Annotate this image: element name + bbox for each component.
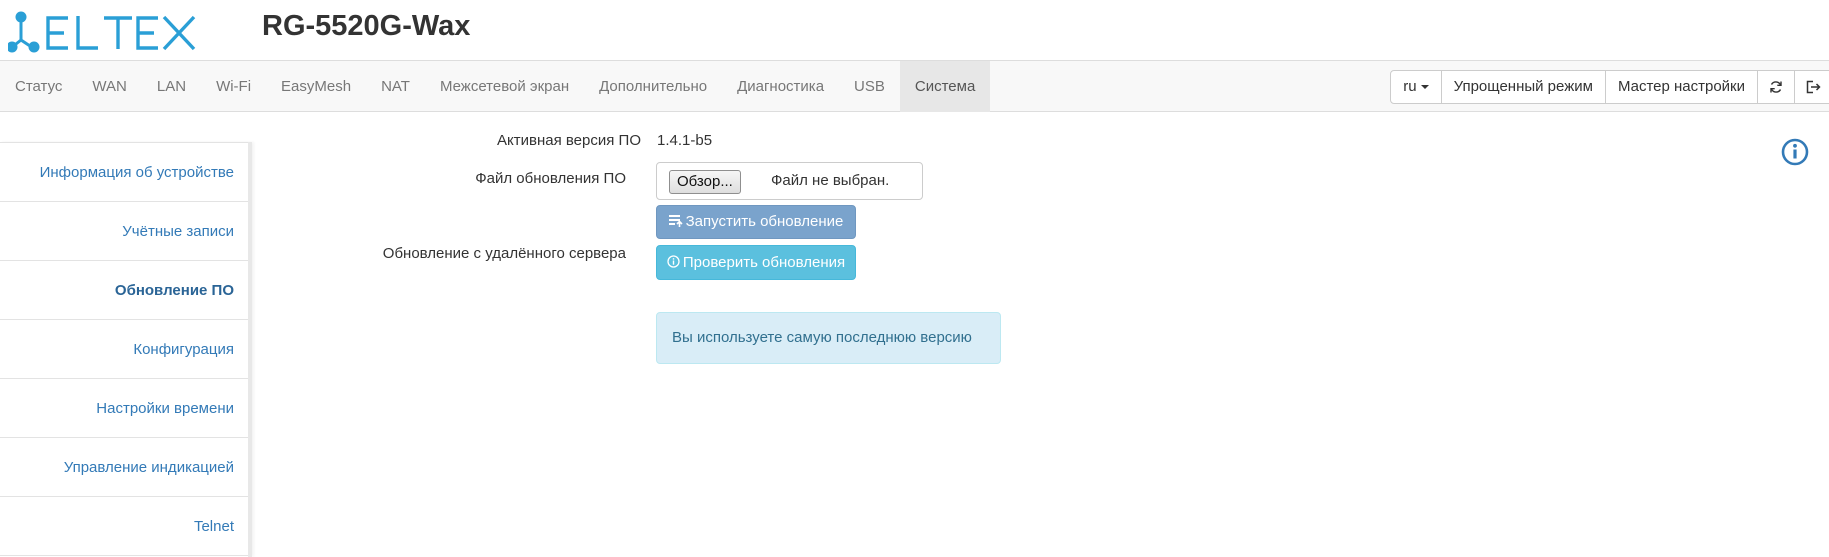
file-input[interactable]: Обзор... Файл не выбран.	[656, 162, 923, 200]
tab-usb[interactable]: USB	[839, 61, 900, 112]
check-updates-button[interactable]: Проверить обновления	[656, 245, 856, 280]
tab-advanced[interactable]: Дополнительно	[584, 61, 722, 112]
language-dropdown[interactable]: ru	[1390, 70, 1442, 104]
check-updates-label: Проверить обновления	[682, 254, 846, 271]
browse-button[interactable]: Обзор...	[669, 170, 741, 194]
active-version-label: Активная версия ПО	[497, 132, 641, 149]
tab-diagnostics[interactable]: Диагностика	[722, 61, 839, 112]
eltex-logo	[8, 11, 196, 53]
setup-wizard-button[interactable]: Мастер настройки	[1604, 70, 1758, 104]
sidebar-item-time-settings[interactable]: Настройки времени	[0, 379, 248, 438]
tab-easymesh[interactable]: EasyMesh	[266, 61, 366, 112]
refresh-icon	[1770, 81, 1782, 93]
sidebar-item-firmware-update[interactable]: Обновление ПО	[0, 261, 248, 320]
remote-update-label: Обновление с удалённого сервера	[382, 245, 626, 262]
sidebar-item-configuration[interactable]: Конфигурация	[0, 320, 248, 379]
logout-button[interactable]	[1794, 70, 1829, 104]
sidebar-item-led-control[interactable]: Управление индикацией	[0, 438, 248, 497]
info-circle-icon	[667, 255, 680, 268]
tab-nat[interactable]: NAT	[366, 61, 425, 112]
nav-tabs: Статус WAN LAN Wi-Fi EasyMesh NAT Межсет…	[0, 61, 991, 112]
tab-firewall[interactable]: Межсетевой экран	[425, 61, 584, 112]
nav-right-toolbar: ru Упрощенный режим Мастер настройки	[1390, 70, 1829, 104]
sidebar-item-telnet[interactable]: Telnet	[0, 497, 248, 556]
sidebar-item-accounts[interactable]: Учётные записи	[0, 202, 248, 261]
tab-system[interactable]: Система	[899, 61, 991, 112]
sidebar: Информация об устройстве Учётные записи …	[0, 142, 252, 557]
language-value: ru	[1403, 78, 1417, 95]
start-update-label: Запустить обновление	[685, 213, 844, 230]
tab-lan[interactable]: LAN	[142, 61, 201, 112]
file-status-text: Файл не выбран.	[771, 172, 890, 189]
tab-wifi[interactable]: Wi-Fi	[201, 61, 266, 112]
caret-down-icon	[1420, 85, 1429, 89]
main-navbar: Статус WAN LAN Wi-Fi EasyMesh NAT Межсет…	[0, 60, 1829, 112]
start-update-button[interactable]: Запустить обновление	[656, 205, 856, 239]
refresh-button[interactable]	[1757, 70, 1795, 104]
sidebar-item-device-info[interactable]: Информация об устройстве	[0, 143, 248, 202]
help-info-icon[interactable]	[1781, 138, 1809, 166]
device-title: RG-5520G-Wax	[262, 10, 471, 42]
update-list-icon	[668, 215, 683, 228]
logout-icon	[1806, 80, 1821, 94]
header: RG-5520G-Wax	[0, 0, 1829, 60]
active-version-value: 1.4.1-b5	[657, 132, 713, 149]
latest-version-alert: Вы используете самую последнюю версию	[656, 312, 1001, 364]
tab-status[interactable]: Статус	[0, 61, 77, 112]
simple-mode-button[interactable]: Упрощенный режим	[1440, 70, 1606, 104]
update-file-label: Файл обновления ПО	[475, 170, 626, 187]
tab-wan[interactable]: WAN	[77, 61, 141, 112]
